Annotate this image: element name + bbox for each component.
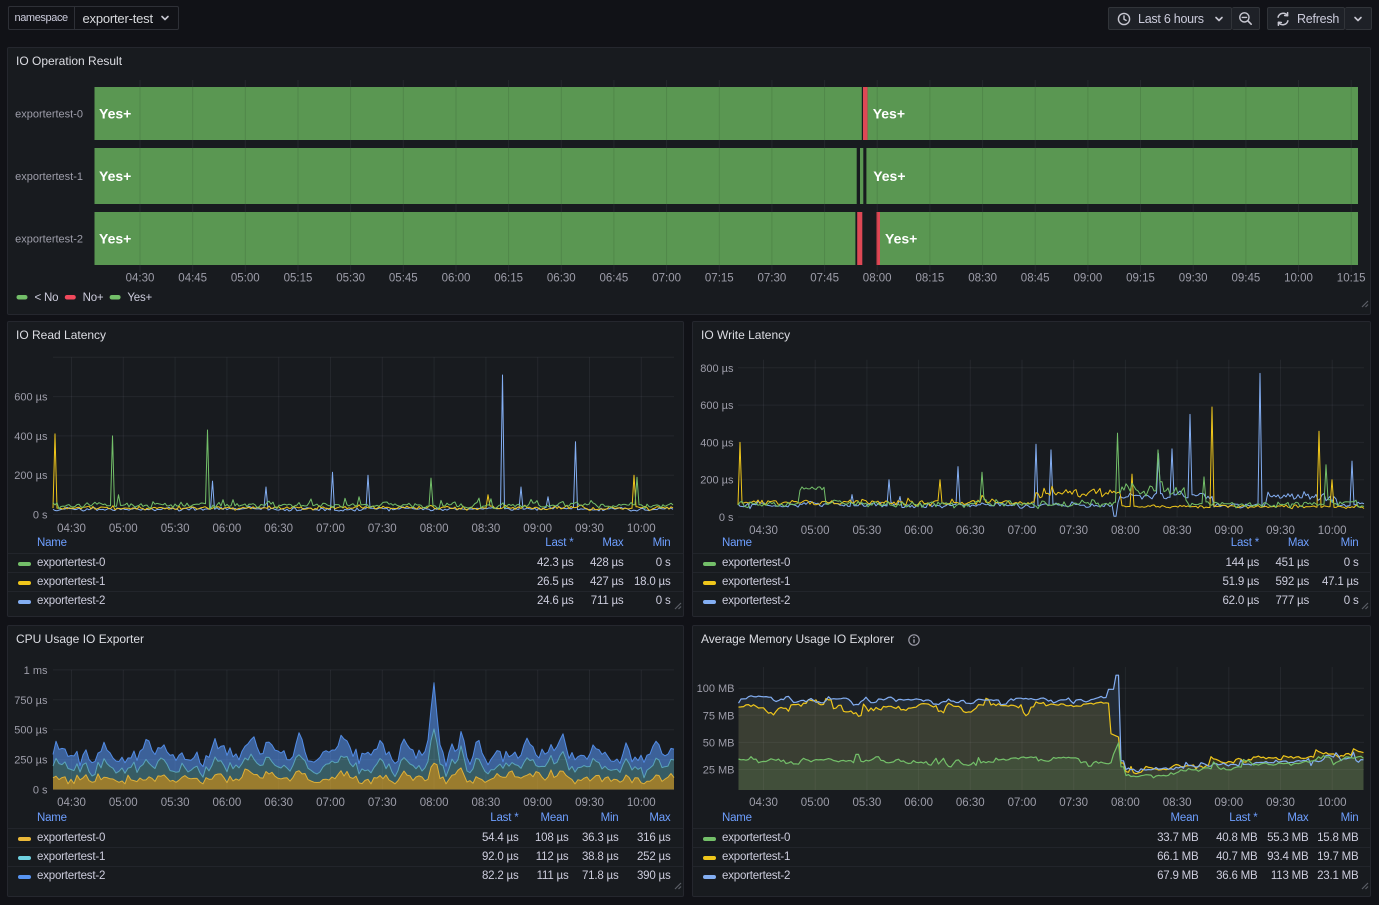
- svg-text:25 MB: 25 MB: [703, 765, 735, 777]
- svg-text:08:30: 08:30: [472, 797, 501, 809]
- svg-text:exportertest-2: exportertest-2: [15, 234, 83, 246]
- svg-text:06:30: 06:30: [547, 273, 576, 285]
- svg-text:50 MB: 50 MB: [703, 737, 735, 749]
- svg-text:08:00: 08:00: [420, 797, 449, 809]
- svg-text:05:45: 05:45: [389, 273, 418, 285]
- svg-text:75 MB: 75 MB: [703, 710, 735, 722]
- svg-text:05:00: 05:00: [231, 273, 260, 285]
- svg-text:10:15: 10:15: [1337, 273, 1366, 285]
- svg-text:10:00: 10:00: [1318, 797, 1347, 809]
- svg-text:09:30: 09:30: [1266, 797, 1295, 809]
- svg-text:750 µs: 750 µs: [14, 695, 48, 707]
- svg-text:08:45: 08:45: [1021, 273, 1050, 285]
- svg-text:09:45: 09:45: [1232, 273, 1261, 285]
- svg-text:07:00: 07:00: [316, 797, 345, 809]
- svg-text:250 µs: 250 µs: [14, 755, 48, 767]
- svg-text:06:30: 06:30: [956, 797, 985, 809]
- svg-text:08:00: 08:00: [1111, 797, 1140, 809]
- svg-text:04:30: 04:30: [57, 797, 86, 809]
- svg-text:06:00: 06:00: [442, 273, 471, 285]
- svg-text:05:30: 05:30: [853, 797, 882, 809]
- svg-text:06:30: 06:30: [264, 797, 293, 809]
- svg-text:09:15: 09:15: [1126, 273, 1155, 285]
- svg-text:500 µs: 500 µs: [14, 725, 48, 737]
- svg-text:< No: < No: [35, 292, 59, 304]
- svg-text:05:00: 05:00: [109, 797, 138, 809]
- svg-text:07:45: 07:45: [810, 273, 839, 285]
- svg-text:09:00: 09:00: [1074, 273, 1103, 285]
- svg-text:600 µs: 600 µs: [14, 392, 48, 404]
- svg-text:400 µs: 400 µs: [700, 437, 734, 449]
- svg-text:07:15: 07:15: [705, 273, 734, 285]
- svg-text:600 µs: 600 µs: [700, 400, 734, 412]
- svg-text:09:30: 09:30: [575, 797, 604, 809]
- svg-text:Yes+: Yes+: [99, 231, 131, 247]
- svg-text:No+: No+: [83, 292, 104, 304]
- svg-text:04:30: 04:30: [749, 797, 778, 809]
- svg-text:0 s: 0 s: [719, 512, 734, 524]
- svg-text:100 MB: 100 MB: [697, 683, 735, 695]
- svg-text:06:00: 06:00: [213, 797, 242, 809]
- svg-text:05:30: 05:30: [161, 797, 190, 809]
- svg-text:Yes+: Yes+: [127, 292, 152, 304]
- svg-text:400 µs: 400 µs: [14, 431, 48, 443]
- svg-text:0 s: 0 s: [33, 785, 48, 797]
- svg-text:200 µs: 200 µs: [14, 470, 48, 482]
- svg-text:1 ms: 1 ms: [24, 665, 48, 677]
- svg-text:06:00: 06:00: [904, 797, 933, 809]
- svg-text:08:00: 08:00: [863, 273, 892, 285]
- svg-text:exportertest-0: exportertest-0: [15, 109, 83, 121]
- svg-text:Yes+: Yes+: [873, 106, 905, 122]
- svg-text:04:45: 04:45: [178, 273, 207, 285]
- svg-text:Yes+: Yes+: [99, 168, 131, 184]
- svg-text:07:30: 07:30: [758, 273, 787, 285]
- svg-text:08:30: 08:30: [1163, 797, 1192, 809]
- svg-text:09:00: 09:00: [1214, 797, 1243, 809]
- svg-text:05:00: 05:00: [801, 797, 830, 809]
- svg-text:09:00: 09:00: [523, 797, 552, 809]
- svg-text:10:00: 10:00: [627, 797, 656, 809]
- svg-text:0 s: 0 s: [33, 510, 48, 522]
- svg-text:06:45: 06:45: [600, 273, 629, 285]
- svg-text:05:15: 05:15: [284, 273, 313, 285]
- svg-text:09:30: 09:30: [1179, 273, 1208, 285]
- svg-text:800 µs: 800 µs: [700, 363, 734, 375]
- svg-text:exportertest-1: exportertest-1: [15, 171, 83, 183]
- svg-text:08:30: 08:30: [968, 273, 997, 285]
- svg-text:Yes+: Yes+: [873, 168, 905, 184]
- svg-text:07:30: 07:30: [1059, 797, 1088, 809]
- svg-text:06:15: 06:15: [494, 273, 523, 285]
- svg-text:Yes+: Yes+: [99, 106, 131, 122]
- svg-text:Yes+: Yes+: [885, 231, 917, 247]
- svg-text:08:15: 08:15: [916, 273, 945, 285]
- svg-text:07:30: 07:30: [368, 797, 397, 809]
- svg-text:04:30: 04:30: [126, 273, 155, 285]
- svg-text:10:00: 10:00: [1284, 273, 1313, 285]
- svg-text:05:30: 05:30: [336, 273, 365, 285]
- svg-text:07:00: 07:00: [652, 273, 681, 285]
- svg-text:200 µs: 200 µs: [700, 475, 734, 487]
- svg-text:07:00: 07:00: [1008, 797, 1037, 809]
